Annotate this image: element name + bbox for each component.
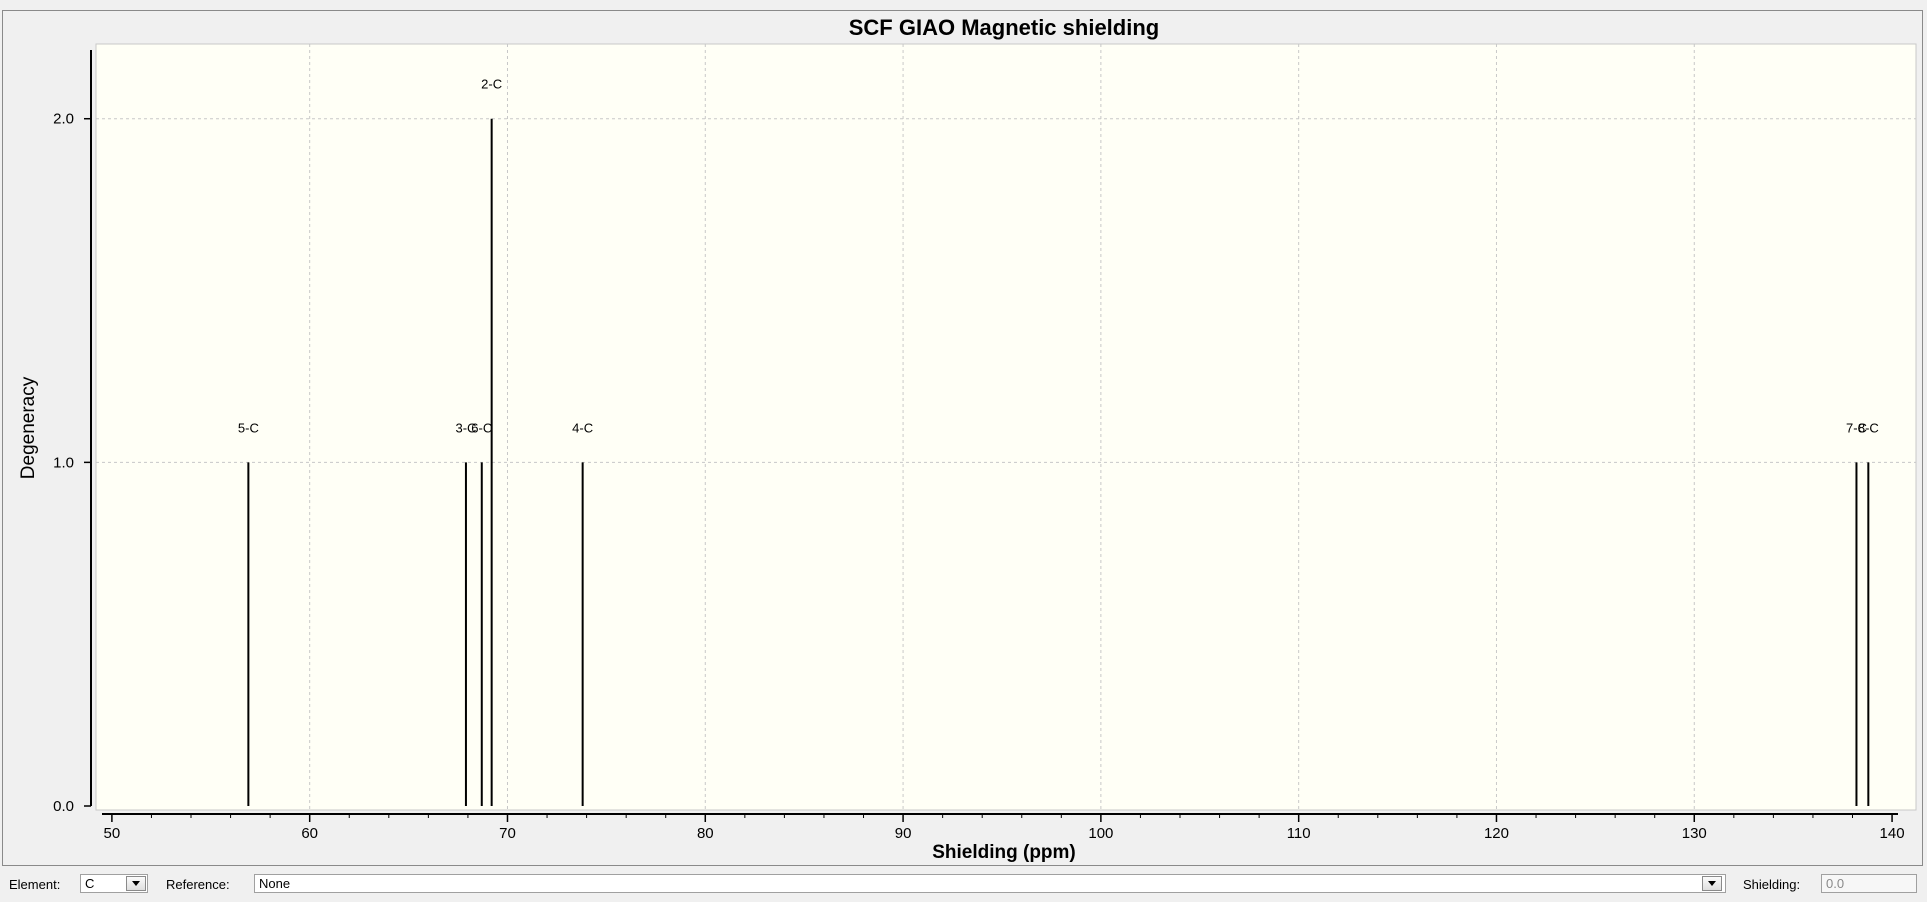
x-tick-label: 80: [697, 825, 714, 842]
y-axis-ticks: 0.0 1.0 2.0: [53, 111, 91, 815]
y-tick-label: 1.0: [53, 454, 74, 471]
element-value: C: [85, 876, 95, 891]
element-dropdown-button[interactable]: [126, 876, 146, 891]
peak-label: 2-C: [481, 77, 502, 92]
x-tick-label: 50: [104, 825, 121, 842]
shielding-value: 0.0: [1826, 876, 1845, 891]
peak-label: 4-C: [572, 420, 593, 435]
y-axis-title: Degeneracy: [18, 376, 39, 479]
shielding-spectrum-chart: SCF GIAO Magnetic shielding 0.0 1.0 2.0 50…: [18, 15, 1917, 863]
x-axis-title: Shielding (ppm): [932, 842, 1076, 863]
spectrum-toolbar: Element: C Reference: None Shielding: 0.…: [0, 868, 1927, 902]
shielding-label: Shielding:: [1743, 877, 1801, 892]
x-tick-label: 120: [1484, 825, 1509, 842]
y-tick-label: 0.0: [53, 798, 74, 815]
x-tick-label: 130: [1682, 825, 1707, 842]
peak-label: 5-C: [238, 420, 259, 435]
peak-label: 6-C: [471, 420, 492, 435]
y-tick-label: 2.0: [53, 111, 74, 128]
x-axis-ticks: 50 60 70 80 90 100 110 120 130 140: [104, 814, 1905, 842]
x-tick-label: 110: [1287, 825, 1311, 842]
peak-label: 8-C: [1858, 420, 1879, 435]
x-tick-label: 90: [895, 825, 912, 842]
chevron-down-icon: [132, 881, 140, 886]
reference-value: None: [259, 876, 291, 891]
reference-dropdown-button[interactable]: [1702, 876, 1722, 891]
spectrum-window: SCF GIAO Magnetic shielding 0.0 1.0 2.0 50…: [0, 0, 1927, 902]
chevron-down-icon: [1708, 881, 1716, 886]
x-tick-label: 70: [499, 825, 516, 842]
reference-select[interactable]: None: [254, 874, 1726, 893]
chart-title: SCF GIAO Magnetic shielding: [849, 15, 1159, 40]
plot-area: [95, 43, 1917, 811]
reference-label: Reference:: [166, 877, 230, 892]
x-tick-label: 100: [1088, 825, 1113, 842]
x-tick-label: 60: [301, 825, 318, 842]
x-tick-label: 140: [1880, 825, 1905, 842]
shielding-input[interactable]: 0.0: [1821, 874, 1917, 893]
element-label: Element:: [9, 877, 61, 892]
